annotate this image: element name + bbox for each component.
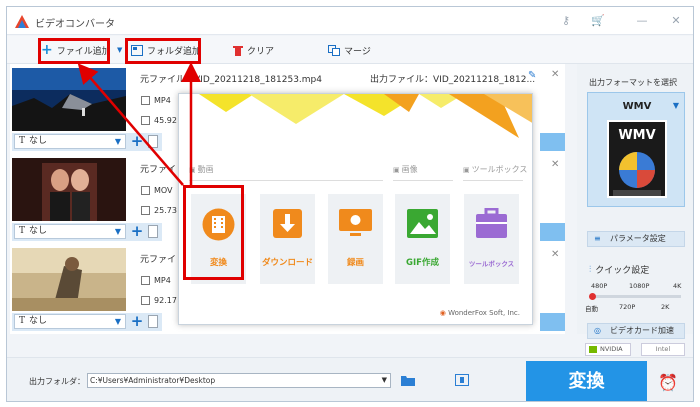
app-window: ビデオコンバータ ⚷ 🛒 — ✕ + ファイル追加 ▼ フォルダ追加 クリア マ… (6, 6, 694, 402)
annotation-arrows (77, 62, 201, 186)
